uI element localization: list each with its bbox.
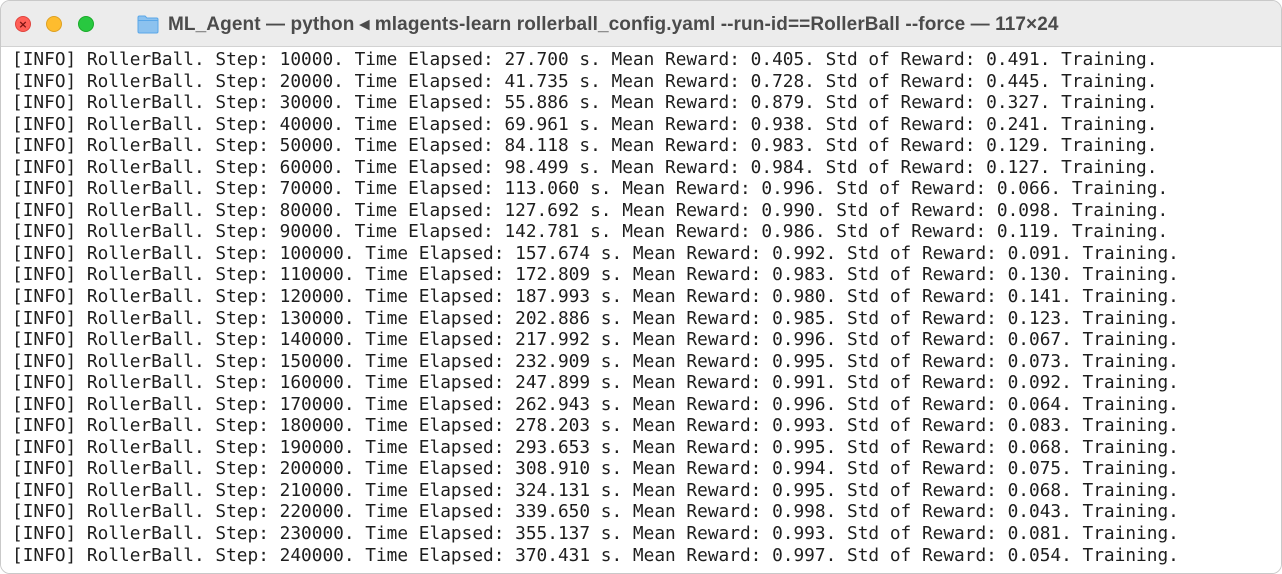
log-line: [INFO] RollerBall. Step: 50000. Time Ela… xyxy=(12,135,1158,157)
log-line: [INFO] RollerBall. Step: 220000. Time El… xyxy=(12,501,1179,523)
log-line: [INFO] RollerBall. Step: 230000. Time El… xyxy=(12,523,1179,545)
log-line: [INFO] RollerBall. Step: 140000. Time El… xyxy=(12,329,1179,351)
log-line: [INFO] RollerBall. Step: 90000. Time Ela… xyxy=(12,221,1169,243)
log-line: [INFO] RollerBall. Step: 100000. Time El… xyxy=(12,242,1179,264)
log-line: [INFO] RollerBall. Step: 10000. Time Ela… xyxy=(12,49,1158,70)
log-line: [INFO] RollerBall. Step: 40000. Time Ela… xyxy=(12,113,1158,135)
log-line: [INFO] RollerBall. Step: 110000. Time El… xyxy=(12,264,1179,286)
folder-icon xyxy=(137,15,159,34)
log-line: [INFO] RollerBall. Step: 70000. Time Ela… xyxy=(12,178,1169,200)
log-line: [INFO] RollerBall. Step: 170000. Time El… xyxy=(12,393,1179,415)
log-line: [INFO] RollerBall. Step: 240000. Time El… xyxy=(12,544,1179,566)
close-button[interactable]: × xyxy=(15,16,31,32)
log-line: [INFO] RollerBall. Step: 210000. Time El… xyxy=(12,479,1179,501)
log-line: [INFO] RollerBall. Step: 120000. Time El… xyxy=(12,286,1179,308)
terminal-window: × ML_Agent — python ◂ mlagents-learn rol… xyxy=(0,0,1282,574)
log-line: [INFO] RollerBall. Step: 150000. Time El… xyxy=(12,350,1179,372)
window-title: ML_Agent — python ◂ mlagents-learn rolle… xyxy=(168,13,1059,35)
log-line: [INFO] RollerBall. Step: 30000. Time Ela… xyxy=(12,92,1158,114)
log-line: [INFO] RollerBall. Step: 180000. Time El… xyxy=(12,415,1179,437)
log-line: [INFO] RollerBall. Step: 20000. Time Ela… xyxy=(12,70,1158,92)
log-line: [INFO] RollerBall. Step: 60000. Time Ela… xyxy=(12,156,1158,178)
log-line: [INFO] RollerBall. Step: 200000. Time El… xyxy=(12,458,1179,480)
zoom-button[interactable] xyxy=(78,16,94,32)
log-line: [INFO] RollerBall. Step: 160000. Time El… xyxy=(12,372,1179,394)
minimize-button[interactable] xyxy=(46,16,62,32)
terminal-output[interactable]: [INFO] RollerBall. Step: 10000. Time Ela… xyxy=(1,47,1281,573)
title-bar[interactable]: × ML_Agent — python ◂ mlagents-learn rol… xyxy=(1,1,1281,47)
log-line: [INFO] RollerBall. Step: 190000. Time El… xyxy=(12,436,1179,458)
window-title-area: ML_Agent — python ◂ mlagents-learn rolle… xyxy=(137,11,1059,37)
log-line: [INFO] RollerBall. Step: 130000. Time El… xyxy=(12,307,1179,329)
log-line: [INFO] RollerBall. Step: 80000. Time Ela… xyxy=(12,199,1169,221)
close-icon: × xyxy=(18,17,28,31)
